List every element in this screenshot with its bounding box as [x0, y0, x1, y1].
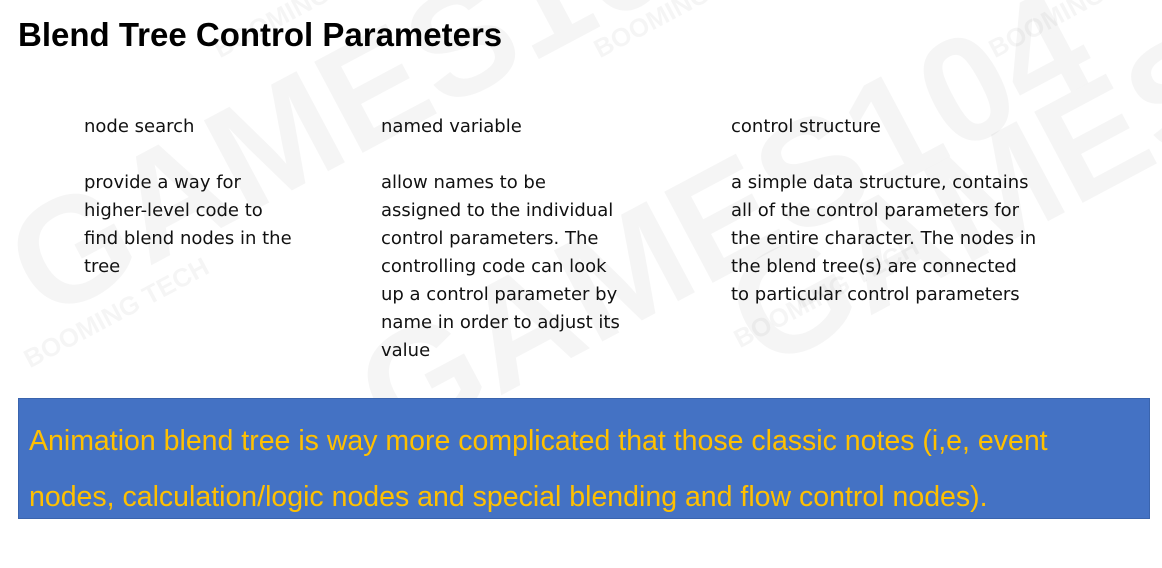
- callout-text: Animation blend tree is way more complic…: [29, 425, 1048, 513]
- watermark-logo: BOOMING TECH: [590, 0, 782, 61]
- watermark-logo: BOOMING TECH: [985, 0, 1162, 61]
- column-description: allow names to be assigned to the indivi…: [381, 172, 620, 361]
- column-control-structure: control structure a simple data structur…: [731, 113, 1061, 309]
- column-node-search: node search provide a way for higher-lev…: [84, 113, 324, 281]
- column-named-variable: named variable allow names to be assigne…: [381, 113, 681, 365]
- column-heading: control structure: [731, 116, 881, 137]
- slide-title: Blend Tree Control Parameters: [18, 16, 503, 53]
- column-heading: node search: [84, 116, 195, 137]
- callout-box: Animation blend tree is way more complic…: [18, 398, 1150, 519]
- column-heading: named variable: [381, 116, 522, 137]
- column-description: a simple data structure, contains all of…: [731, 172, 1037, 305]
- slide: GAMES104 GAMES104 GAMES104 BOOMING TECH …: [0, 0, 1162, 568]
- column-description: provide a way for higher-level code to f…: [84, 172, 292, 277]
